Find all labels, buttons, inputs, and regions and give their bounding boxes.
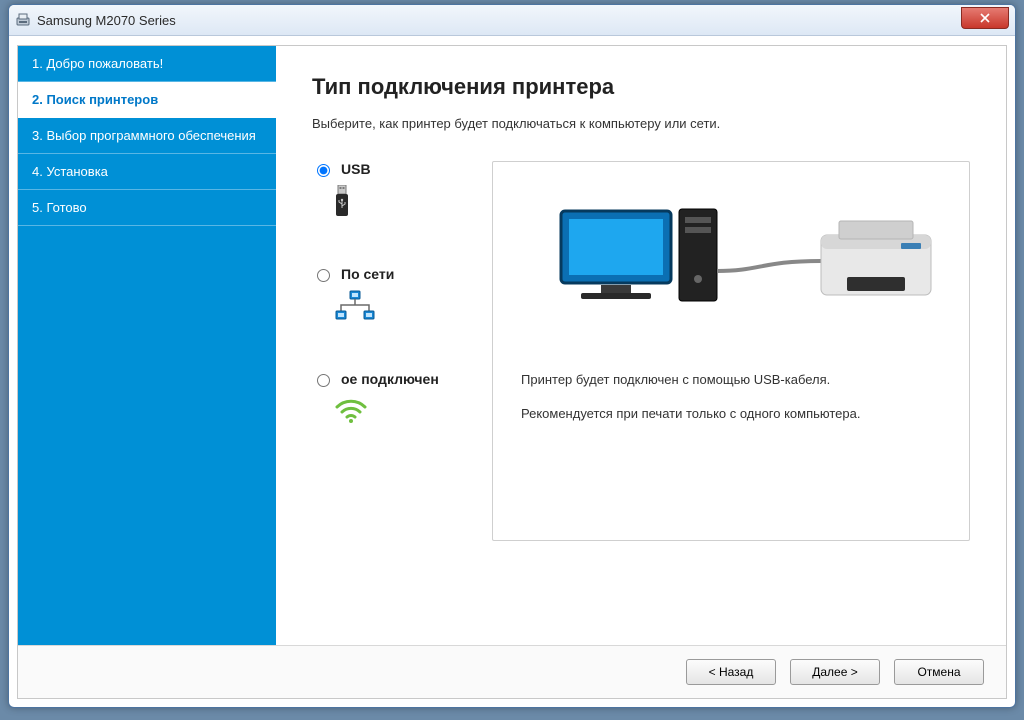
panel-line-2: Рекомендуется при печати только с одного…	[521, 404, 941, 424]
installer-window: Samsung M2070 Series 1. Добро пожаловать…	[8, 4, 1016, 708]
radio-usb[interactable]	[317, 164, 330, 177]
next-button[interactable]: Далее >	[790, 659, 880, 685]
page-heading: Тип подключения принтера	[312, 74, 970, 100]
app-icon	[15, 12, 31, 28]
wizard-sidebar: 1. Добро пожаловать! 2. Поиск принтеров …	[18, 46, 276, 645]
option-usb: USB	[312, 161, 462, 222]
option-network-label: По сети	[341, 266, 394, 282]
step-label: 1. Добро пожаловать!	[32, 56, 163, 71]
option-wireless-label: ое подключен	[341, 371, 439, 387]
option-network-row[interactable]: По сети	[312, 266, 394, 282]
back-button-label: < Назад	[709, 665, 754, 679]
body: 1. Добро пожаловать! 2. Поиск принтеров …	[18, 46, 1006, 645]
cancel-button-label: Отмена	[917, 665, 960, 679]
next-button-label: Далее >	[812, 665, 858, 679]
step-label: 5. Готово	[32, 200, 87, 215]
step-finish[interactable]: 5. Готово	[18, 190, 276, 226]
step-label: 2. Поиск принтеров	[32, 92, 158, 107]
step-label: 3. Выбор программного обеспечения	[32, 128, 256, 143]
usb-icon	[334, 185, 350, 222]
step-welcome[interactable]: 1. Добро пожаловать!	[18, 46, 276, 82]
main-panel: Тип подключения принтера Выберите, как п…	[276, 46, 1006, 645]
step-label: 4. Установка	[32, 164, 108, 179]
radio-network[interactable]	[317, 269, 330, 282]
connection-options: USB	[312, 161, 462, 426]
network-icon	[334, 290, 376, 327]
description-panel: Принтер будет подключен с помощью USB-ка…	[492, 161, 970, 541]
content-row: USB	[312, 161, 970, 541]
cancel-button[interactable]: Отмена	[894, 659, 984, 685]
page-subtitle: Выберите, как принтер будет подключаться…	[312, 116, 970, 131]
option-usb-row[interactable]: USB	[312, 161, 371, 177]
step-install[interactable]: 4. Установка	[18, 154, 276, 190]
wifi-icon	[334, 395, 368, 426]
back-button[interactable]: < Назад	[686, 659, 776, 685]
step-search-printers[interactable]: 2. Поиск принтеров	[18, 82, 276, 118]
radio-wireless[interactable]	[317, 374, 330, 387]
wizard-footer: < Назад Далее > Отмена	[18, 645, 1006, 698]
option-usb-label: USB	[341, 161, 371, 177]
option-wireless-row[interactable]: ое подключен	[312, 371, 439, 387]
panel-line-1: Принтер будет подключен с помощью USB-ка…	[521, 370, 941, 390]
option-network: По сети	[312, 266, 462, 327]
close-button[interactable]	[961, 7, 1009, 29]
titlebar: Samsung M2070 Series	[9, 5, 1015, 36]
step-software[interactable]: 3. Выбор программного обеспечения	[18, 118, 276, 154]
window-title: Samsung M2070 Series	[37, 13, 176, 28]
option-wireless: ое подключен	[312, 371, 462, 426]
client-area: 1. Добро пожаловать! 2. Поиск принтеров …	[17, 45, 1007, 699]
usb-connection-illustration	[521, 186, 941, 346]
